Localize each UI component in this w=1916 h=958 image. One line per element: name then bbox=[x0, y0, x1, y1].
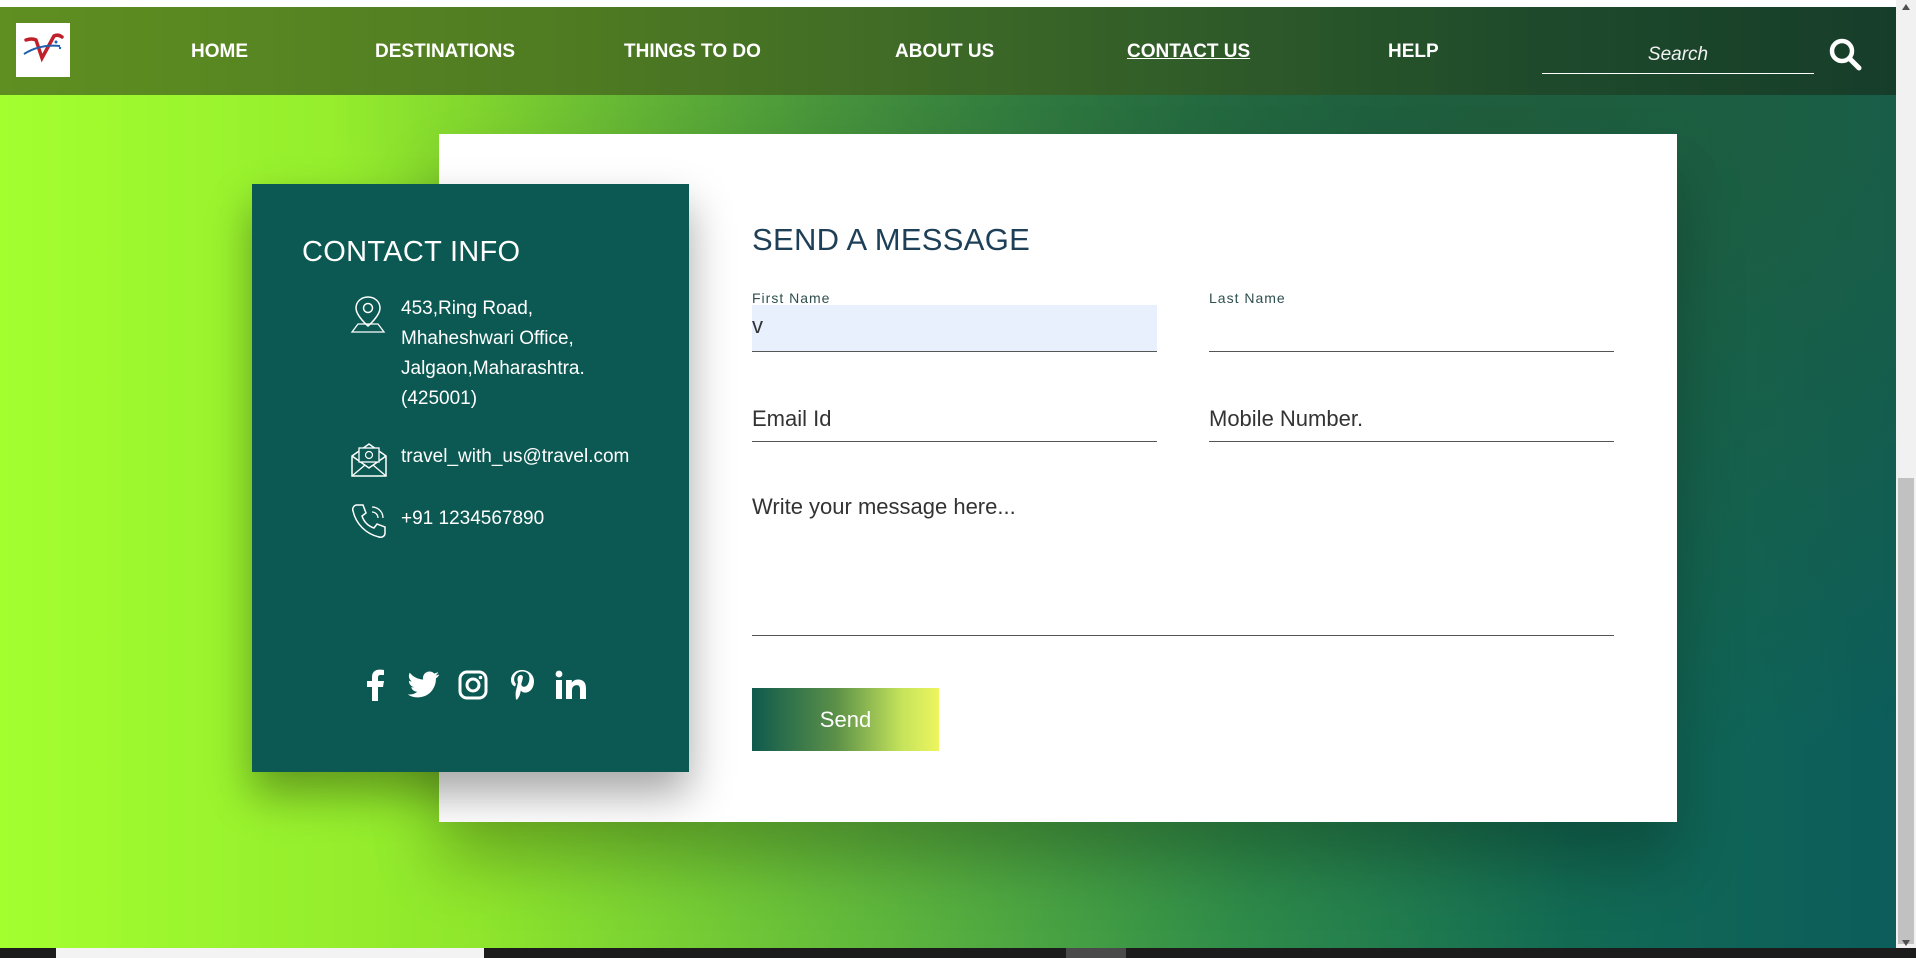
mobile-number-field[interactable] bbox=[1209, 400, 1614, 442]
address-line: Mhaheshwari Office, bbox=[401, 328, 574, 349]
pinterest-icon[interactable] bbox=[497, 668, 546, 702]
taskbar-app-button[interactable] bbox=[1066, 948, 1126, 958]
nav-help[interactable]: HELP bbox=[1388, 41, 1439, 63]
scroll-up-arrow-icon[interactable] bbox=[1902, 4, 1910, 10]
phone-icon bbox=[352, 504, 386, 538]
nav-destinations[interactable]: DESTINATIONS bbox=[375, 41, 515, 63]
send-button[interactable]: Send bbox=[752, 688, 939, 751]
nav-about-us[interactable]: ABOUT US bbox=[895, 41, 994, 63]
address-line: Jalgaon,Maharashtra. bbox=[401, 358, 585, 379]
email-field[interactable] bbox=[752, 400, 1157, 442]
email-text[interactable]: travel_with_us@travel.com bbox=[401, 442, 629, 472]
taskbar-search-area[interactable] bbox=[56, 948, 484, 958]
first-name-label: First Name bbox=[752, 290, 831, 306]
address-line: 453,Ring Road, bbox=[401, 298, 534, 319]
send-message-title: SEND A MESSAGE bbox=[752, 222, 1031, 257]
browser-top-strip bbox=[0, 0, 1916, 7]
scrollbar-thumb[interactable] bbox=[1898, 478, 1914, 944]
top-navbar: HOME DESTINATIONS THINGS TO DO ABOUT US … bbox=[0, 7, 1896, 95]
brand-logo[interactable] bbox=[16, 23, 70, 77]
facebook-icon[interactable] bbox=[350, 668, 399, 702]
last-name-field[interactable] bbox=[1209, 305, 1614, 352]
nav-things-to-do[interactable]: THINGS TO DO bbox=[624, 41, 761, 63]
contact-info-title: CONTACT INFO bbox=[302, 236, 521, 268]
nav-home[interactable]: HOME bbox=[191, 41, 248, 63]
twitter-icon[interactable] bbox=[399, 668, 448, 702]
nav-contact-us[interactable]: CONTACT US bbox=[1127, 41, 1250, 63]
instagram-icon[interactable] bbox=[448, 668, 497, 702]
search-input[interactable] bbox=[1542, 37, 1814, 74]
search-icon[interactable] bbox=[1828, 37, 1862, 71]
location-pin-icon bbox=[350, 296, 386, 333]
first-name-field[interactable] bbox=[752, 305, 1157, 352]
contact-info-panel: CONTACT INFO 453,Ring Road, Mhaheshwari … bbox=[252, 184, 689, 772]
address-line: (425001) bbox=[401, 388, 478, 409]
address-block: 453,Ring Road, Mhaheshwari Office, Jalga… bbox=[401, 294, 585, 414]
last-name-label: Last Name bbox=[1209, 290, 1286, 306]
brand-logo-icon bbox=[23, 33, 64, 63]
message-textarea[interactable] bbox=[752, 493, 1614, 636]
mail-icon bbox=[351, 443, 387, 477]
linkedin-icon[interactable] bbox=[546, 668, 595, 702]
social-links bbox=[350, 668, 595, 702]
phone-text[interactable]: +91 1234567890 bbox=[401, 504, 544, 534]
scroll-down-arrow-icon[interactable] bbox=[1902, 940, 1910, 946]
